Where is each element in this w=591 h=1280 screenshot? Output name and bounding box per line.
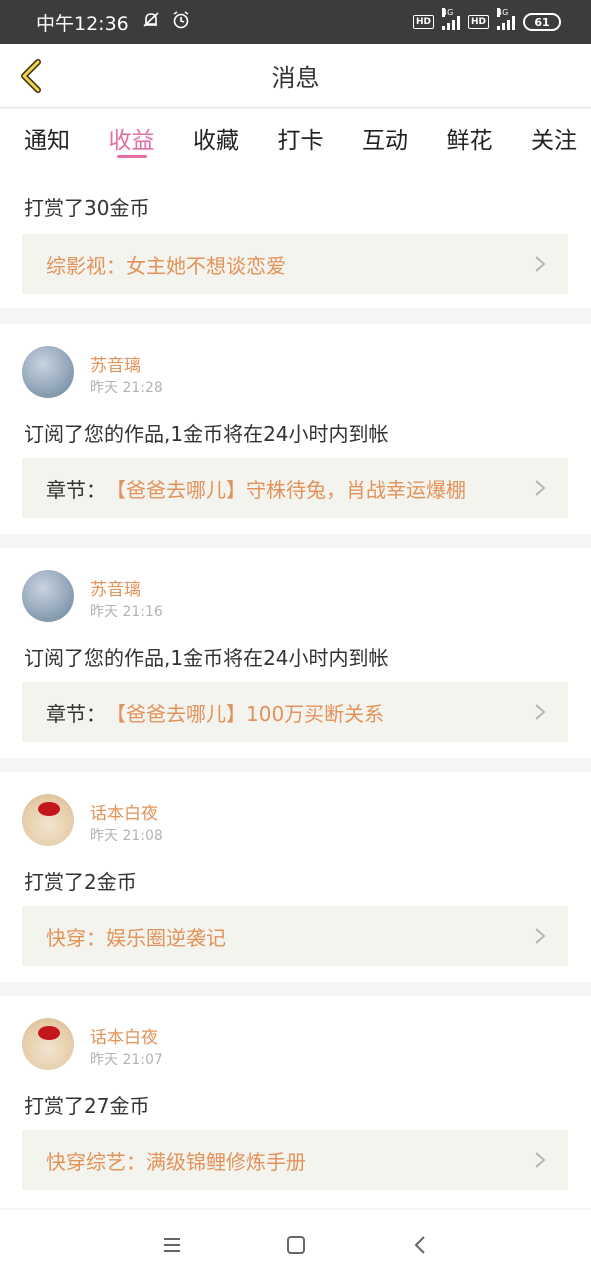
username[interactable]: 话本白夜	[90, 1023, 158, 1048]
tab-following[interactable]: 关注	[531, 109, 577, 162]
home-button[interactable]	[284, 1233, 308, 1257]
bow-decoration	[38, 1026, 60, 1040]
work-link[interactable]: 快穿：娱乐圈逆袭记	[22, 906, 568, 966]
tab-checkin[interactable]: 打卡	[278, 109, 324, 162]
timestamp: 昨天 21:28	[90, 380, 163, 396]
page-title: 消息	[271, 64, 320, 92]
feed-item: 苏音璃 昨天 21:28 订阅了您的作品,1金币将在24小时内到帐 章节： 【爸…	[0, 324, 591, 534]
chapter-link[interactable]: 章节： 【爸爸去哪儿】守株待兔，肖战幸运爆棚	[22, 458, 568, 518]
tab-interactions[interactable]: 互动	[362, 109, 408, 162]
chapter-title: 【爸爸去哪儿】100万买断关系	[106, 701, 385, 726]
home-square-icon	[286, 1236, 305, 1254]
alarm-icon	[171, 10, 191, 35]
chevron-right-icon	[535, 704, 546, 720]
system-nav-bar	[0, 1210, 591, 1280]
timestamp: 昨天 21:08	[90, 828, 163, 844]
bow-decoration	[38, 802, 60, 816]
back-button[interactable]	[14, 56, 54, 96]
avatar[interactable]	[22, 346, 74, 398]
timestamp: 昨天 21:16	[90, 604, 163, 620]
avatar[interactable]	[22, 794, 74, 846]
hd-badge: HD	[412, 15, 434, 29]
work-title: 快穿综艺：满级锦鲤修炼手册	[46, 1149, 306, 1174]
feed-message: 打赏了30金币	[24, 196, 150, 220]
chevron-right-icon	[535, 928, 546, 944]
tab-flowers[interactable]: 鲜花	[447, 109, 493, 162]
timestamp: 昨天 21:07	[90, 1052, 163, 1068]
link-prefix: 章节：	[46, 701, 106, 726]
feed-message: 订阅了您的作品,1金币将在24小时内到帐	[24, 646, 389, 670]
feed-item: 话本白夜 昨天 21:07 打赏了27金币 快穿综艺：满级锦鲤修炼手册	[0, 996, 591, 1208]
tab-earnings[interactable]: 收益	[109, 109, 155, 162]
chevron-right-icon	[535, 480, 546, 496]
hd-badge: HD	[467, 15, 489, 29]
chapter-title: 【爸爸去哪儿】守株待兔，肖战幸运爆棚	[106, 477, 466, 502]
work-title: 综影视：女主她不想谈恋爱	[46, 253, 286, 278]
signal-icon: 4G	[441, 8, 460, 30]
link-prefix: 章节：	[46, 477, 106, 502]
status-bar: 中午12:36 HD 4G HD 4G 61	[0, 0, 591, 44]
feed-message: 订阅了您的作品,1金币将在24小时内到帐	[24, 422, 389, 446]
menu-icon	[163, 1238, 180, 1252]
feed-item: 话本白夜 昨天 21:08 打赏了2金币 快穿：娱乐圈逆袭记	[0, 772, 591, 982]
feed-item: 打赏了30金币 综影视：女主她不想谈恋爱	[0, 162, 591, 308]
username[interactable]: 苏音璃	[90, 351, 141, 376]
signal-icon: 4G	[497, 8, 515, 30]
username[interactable]: 话本白夜	[90, 799, 158, 824]
username[interactable]: 苏音璃	[90, 575, 141, 600]
work-link[interactable]: 快穿综艺：满级锦鲤修炼手册	[22, 1130, 568, 1190]
avatar[interactable]	[22, 1018, 74, 1070]
tab-favorites[interactable]: 收藏	[193, 109, 239, 162]
status-time: 中午12:36	[36, 12, 129, 35]
work-link[interactable]: 综影视：女主她不想谈恋爱	[22, 234, 568, 294]
chevron-right-icon	[535, 256, 546, 272]
tab-bar: 通知 收益 收藏 打卡 互动 鲜花 关注	[0, 109, 591, 162]
work-title: 快穿：娱乐圈逆袭记	[46, 925, 226, 950]
feed-item: 苏音璃 昨天 21:16 订阅了您的作品,1金币将在24小时内到帐 章节： 【爸…	[0, 548, 591, 758]
feed-message: 打赏了27金币	[24, 1094, 150, 1118]
header-bar: 消息	[0, 44, 591, 108]
feed-message: 打赏了2金币	[24, 870, 137, 894]
earnings-feed: 打赏了30金币 综影视：女主她不想谈恋爱 苏音璃 昨天 21:28 订阅了您的作…	[0, 162, 591, 1210]
chevron-right-icon	[535, 1152, 546, 1168]
avatar[interactable]	[22, 570, 74, 622]
tab-notifications[interactable]: 通知	[24, 109, 70, 162]
chapter-link[interactable]: 章节： 【爸爸去哪儿】100万买断关系	[22, 682, 568, 742]
back-chevron-icon	[414, 1236, 425, 1254]
mute-notification-icon	[141, 10, 161, 35]
menu-button[interactable]	[160, 1233, 184, 1257]
battery-indicator: 61	[523, 13, 561, 31]
back-arrow-icon	[21, 59, 41, 93]
back-nav-button[interactable]	[408, 1233, 432, 1257]
